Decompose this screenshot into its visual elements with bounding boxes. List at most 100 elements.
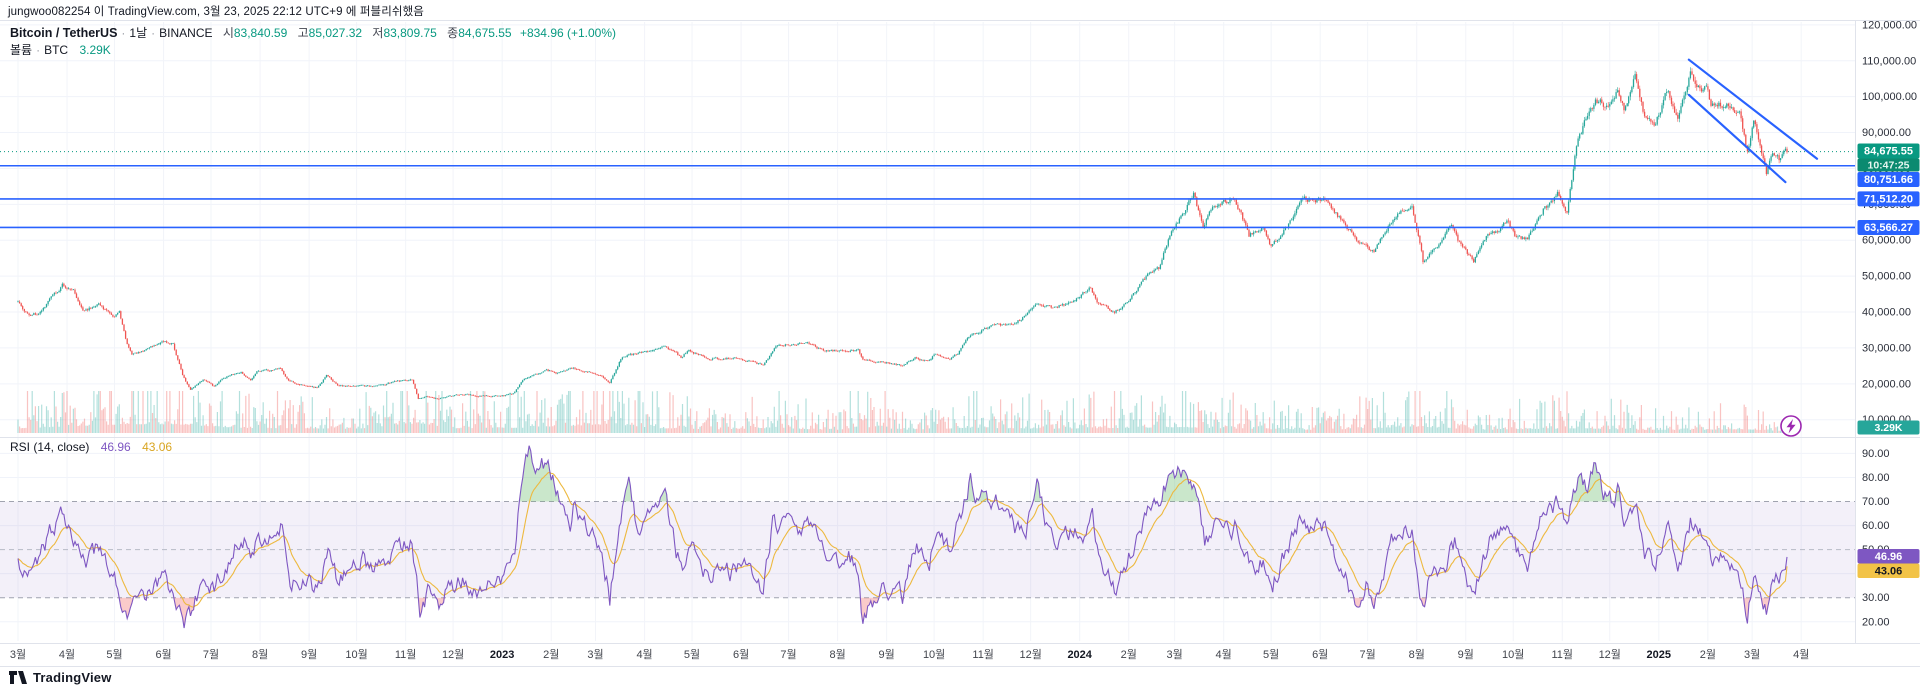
exchange-label[interactable]: BINANCE	[159, 26, 212, 40]
svg-text:7월: 7월	[780, 648, 796, 661]
svg-text:8월: 8월	[829, 648, 845, 661]
svg-text:30.00: 30.00	[1862, 592, 1890, 604]
svg-text:6월: 6월	[155, 648, 171, 661]
svg-text:20,000.00: 20,000.00	[1862, 378, 1911, 390]
level-badge: 63,566.27	[1857, 219, 1920, 235]
svg-text:40,000.00: 40,000.00	[1862, 307, 1911, 319]
svg-text:110,000.00: 110,000.00	[1862, 55, 1916, 67]
volume-value: 3.29K	[79, 43, 111, 57]
low-label: 저	[372, 26, 384, 40]
price-scale[interactable]: 120,000.00 110,000.00 100,000.00 90,000.00 8…	[1862, 19, 1917, 628]
svg-text:8월: 8월	[252, 648, 268, 661]
svg-text:11월: 11월	[395, 648, 417, 661]
svg-text:4월: 4월	[59, 648, 75, 661]
close-label: 종	[447, 26, 459, 40]
close-value: 84,675.55	[458, 26, 512, 40]
candles	[17, 67, 1788, 400]
interval-label[interactable]: 1날	[129, 26, 147, 40]
svg-text:2023: 2023	[490, 649, 514, 661]
chart-canvas[interactable]: 120,000.00 110,000.00 100,000.00 90,000.00 8…	[0, 0, 1920, 690]
svg-text:20.00: 20.00	[1862, 616, 1890, 628]
svg-text:9월: 9월	[879, 648, 895, 661]
svg-text:6월: 6월	[1312, 648, 1328, 661]
svg-text:90.00: 90.00	[1862, 448, 1890, 460]
svg-text:6월: 6월	[733, 648, 749, 661]
svg-text:80,751.66: 80,751.66	[1864, 174, 1913, 186]
svg-text:60.00: 60.00	[1862, 520, 1890, 532]
rsi-title[interactable]: RSI (14, close)	[10, 440, 89, 454]
svg-text:3.29K: 3.29K	[1874, 422, 1902, 434]
svg-text:12월: 12월	[442, 648, 464, 661]
svg-text:60,000.00: 60,000.00	[1862, 235, 1911, 247]
svg-text:2월: 2월	[1121, 648, 1137, 661]
change-value: +834.96 (+1.00%)	[519, 26, 617, 40]
tradingview-logo[interactable]: TradingView	[8, 670, 112, 685]
high-value: 85,027.32	[308, 26, 363, 40]
svg-text:5월: 5월	[1263, 648, 1279, 661]
svg-text:10월: 10월	[923, 648, 945, 661]
published-chart-page: jungwoo082254 이 TradingView.com, 3월 23, …	[0, 0, 1920, 690]
open-value: 83,840.59	[233, 26, 288, 40]
level-badge: 80,751.66	[1857, 172, 1920, 187]
svg-text:2024: 2024	[1067, 649, 1092, 661]
svg-text:3월: 3월	[1167, 648, 1183, 661]
svg-text:10월: 10월	[345, 648, 367, 661]
rsi-value-badge: 46.96	[1857, 549, 1920, 564]
volume-badge: 3.29K	[1857, 420, 1920, 435]
svg-text:5월: 5월	[684, 648, 700, 661]
svg-text:43.06: 43.06	[1875, 565, 1903, 577]
bar-countdown-badge: 10:47:25	[1857, 158, 1920, 172]
svg-text:80.00: 80.00	[1862, 472, 1890, 484]
svg-text:7월: 7월	[203, 648, 219, 661]
svg-text:63,566.27: 63,566.27	[1864, 222, 1913, 234]
svg-text:50,000.00: 50,000.00	[1862, 271, 1911, 283]
svg-text:10월: 10월	[1502, 648, 1524, 661]
svg-text:3월: 3월	[587, 648, 603, 661]
svg-text:4월: 4월	[1216, 648, 1232, 661]
svg-text:70.00: 70.00	[1862, 496, 1890, 508]
low-value: 83,809.75	[383, 26, 437, 40]
level-badge: 71,512.20	[1857, 191, 1920, 207]
open-label: 시	[222, 26, 234, 40]
volume-bars	[17, 391, 1788, 433]
high-label: 고	[297, 26, 309, 40]
rsi-ma-value-badge: 43.06	[1857, 563, 1920, 578]
svg-text:2월: 2월	[543, 648, 559, 661]
symbol-legend-row-main: Bitcoin / TetherUS · 1날 · BINANCE 시83,840.59…	[10, 25, 616, 42]
svg-text:8월: 8월	[1409, 648, 1425, 661]
svg-text:2월: 2월	[1700, 648, 1716, 661]
svg-text:12월: 12월	[1599, 648, 1621, 661]
tradingview-logo-icon	[9, 671, 27, 684]
volume-symbol: BTC	[44, 43, 69, 57]
rsi-overbought-fill	[18, 445, 1787, 502]
time-scale[interactable]: 3월 4월 5월 6월 7월 8월 9월 10월 11월 12월 2023 2월 3월 4월 5월 6월 7월 8…	[10, 648, 1809, 661]
svg-text:46.96: 46.96	[1875, 551, 1903, 563]
horizontal-level-lines	[0, 164, 1855, 229]
svg-text:11월: 11월	[1552, 648, 1574, 661]
symbol-legend-row-volume: 볼륨 · BTC 3.29K	[10, 42, 616, 59]
current-price-badge: 84,675.55	[1857, 143, 1920, 159]
svg-text:4월: 4월	[1793, 648, 1809, 661]
svg-text:12월: 12월	[1019, 648, 1041, 661]
svg-text:90,000.00: 90,000.00	[1862, 127, 1911, 139]
svg-text:71,512.20: 71,512.20	[1864, 194, 1913, 206]
tradingview-logo-text: TradingView	[33, 670, 112, 685]
channel-trendline[interactable]	[1687, 93, 1787, 184]
svg-text:7월: 7월	[1360, 648, 1376, 661]
svg-text:84,675.55: 84,675.55	[1864, 146, 1913, 158]
svg-text:10:47:25: 10:47:25	[1867, 160, 1909, 172]
legend-separator: ·	[121, 26, 126, 40]
rsi-legend: RSI (14, close) 46.96 43.06	[10, 440, 172, 454]
svg-text:100,000.00: 100,000.00	[1862, 91, 1917, 103]
svg-text:5월: 5월	[106, 648, 122, 661]
instant-trading-icon[interactable]	[1780, 415, 1802, 437]
svg-text:11월: 11월	[972, 648, 994, 661]
svg-text:30,000.00: 30,000.00	[1862, 342, 1911, 354]
rsi-value: 46.96	[100, 440, 131, 454]
legend-separator: ·	[36, 43, 41, 57]
symbol-title[interactable]: Bitcoin / TetherUS	[10, 26, 117, 40]
symbol-legend: Bitcoin / TetherUS · 1날 · BINANCE 시83,840.59…	[10, 25, 616, 59]
svg-text:120,000.00: 120,000.00	[1862, 19, 1917, 31]
volume-label[interactable]: 볼륨	[10, 43, 32, 57]
svg-text:4월: 4월	[636, 648, 652, 661]
